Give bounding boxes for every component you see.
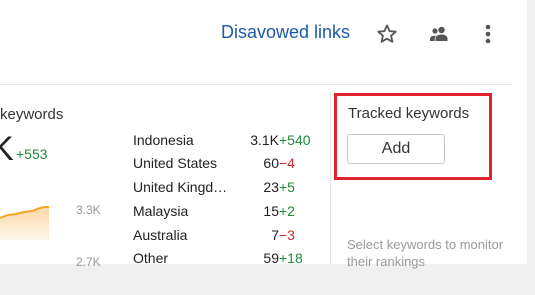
country-count: 3.1K <box>250 132 279 148</box>
keywords-trend-chart <box>0 206 49 240</box>
panel-divider <box>330 92 331 264</box>
country-name: United States <box>133 155 218 171</box>
country-row[interactable]: Indonesia 3.1K +540 <box>133 132 323 152</box>
country-delta: +540 <box>279 132 311 148</box>
country-delta: +5 <box>279 179 295 195</box>
chart-axis-bottom-label: 2.7K <box>76 255 101 269</box>
tracked-keywords-hint: Select keywords to monitor their ranking… <box>347 237 504 269</box>
country-row[interactable]: Malaysia 15 +2 <box>133 203 323 223</box>
star-icon[interactable] <box>375 22 399 46</box>
keywords-section-title: keywords <box>0 106 64 123</box>
country-delta: +2 <box>279 203 295 219</box>
country-name: Malaysia <box>133 203 189 219</box>
users-icon[interactable] <box>427 22 451 46</box>
header-divider <box>0 84 512 85</box>
country-row[interactable]: United States 60 −4 <box>133 155 323 175</box>
country-count: 23 <box>263 179 279 195</box>
country-delta: −4 <box>279 155 295 171</box>
tracked-keywords-title: Tracked keywords <box>348 105 470 122</box>
country-delta: +18 <box>279 250 303 266</box>
country-name: Other <box>133 250 169 266</box>
chart-axis-top-label: 3.3K <box>76 203 101 217</box>
card: Disavowed links keywords K +553 3.3K 2.7… <box>0 0 527 269</box>
country-delta: −3 <box>279 227 295 243</box>
country-name: Australia <box>133 227 188 243</box>
more-vertical-icon[interactable] <box>484 22 492 46</box>
country-row[interactable]: Australia 7 −3 <box>133 227 323 247</box>
page-edge <box>527 0 535 295</box>
country-row[interactable]: United Kingd… 23 +5 <box>133 179 323 199</box>
country-row[interactable]: Other 59 +18 <box>133 250 323 270</box>
country-count: 7 <box>271 227 279 243</box>
add-tracked-keywords-button[interactable]: Add <box>347 134 445 164</box>
keywords-total-value: K <box>0 130 14 168</box>
country-name: Indonesia <box>133 132 194 148</box>
country-name: United Kingd… <box>133 179 228 195</box>
keywords-total-delta: +553 <box>16 146 48 162</box>
country-count: 59 <box>263 250 279 266</box>
disavowed-links-link[interactable]: Disavowed links <box>221 22 350 43</box>
country-count: 15 <box>263 203 279 219</box>
country-count: 60 <box>263 155 279 171</box>
